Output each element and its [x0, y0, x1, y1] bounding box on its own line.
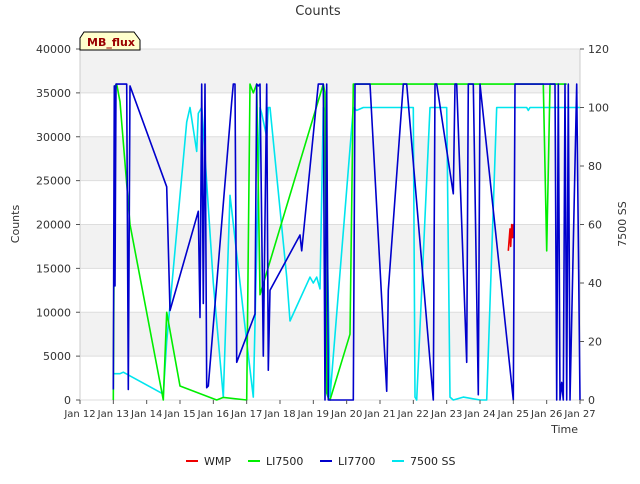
- y2-tick-label: 60: [588, 219, 602, 232]
- x-tick-label: Jan 24: [463, 409, 495, 420]
- y-tick-label: 30000: [36, 131, 71, 144]
- chart-title: Counts: [295, 4, 341, 19]
- chart-svg: 0 5000 10000 15000 20000 25000 30000 35000 40000…: [0, 0, 640, 480]
- x-tick-label: Jan 16: [197, 409, 229, 420]
- y-tick-label: 15000: [36, 262, 71, 275]
- legend-label: LI7700: [338, 455, 375, 468]
- x-tick-label: Jan 23: [430, 409, 462, 420]
- y-tick-label: 40000: [36, 43, 71, 56]
- y-tick-label: 35000: [36, 87, 71, 100]
- y2-tick-label: 20: [588, 336, 602, 349]
- x-tick-label: Jan 20: [330, 409, 362, 420]
- x-tick-label: Jan 14: [130, 409, 162, 420]
- x-tick-label: Jan 27: [563, 409, 595, 420]
- x-tick-label: Jan 18: [263, 409, 295, 420]
- x-tick-label: Jan 19: [297, 409, 329, 420]
- y-tick-label: 5000: [43, 350, 71, 363]
- chart: 0 5000 10000 15000 20000 25000 30000 35000 40000…: [0, 0, 640, 480]
- badge-text: MB_flux: [87, 36, 135, 49]
- y-tick-label: 20000: [36, 219, 71, 232]
- x-tick-label: Jan 15: [163, 409, 195, 420]
- y-tick-label: 25000: [36, 175, 71, 188]
- y-tick-label: 10000: [36, 306, 71, 319]
- legend-label: WMP: [204, 455, 231, 468]
- x-tick-label: Jan 13: [97, 409, 129, 420]
- x-tick-label: Jan 21: [363, 409, 395, 420]
- x-tick-label: Jan 22: [397, 409, 429, 420]
- legend-label: 7500 SS: [410, 455, 455, 468]
- x-axis-label: Time: [550, 423, 578, 436]
- y2-tick-label: 40: [588, 277, 602, 290]
- plot-band: [80, 224, 580, 269]
- plot-band: [80, 136, 580, 181]
- y2-tick-label: 0: [588, 394, 595, 407]
- y2-tick-label: 80: [588, 160, 602, 173]
- y2-tick-label: 100: [588, 102, 609, 115]
- x-tick-label: Jan 12: [63, 409, 95, 420]
- legend-label: LI7500: [266, 455, 303, 468]
- plot-band: [80, 49, 580, 93]
- x-tick-label: Jan 17: [230, 409, 262, 420]
- badge: MB_flux: [79, 31, 141, 51]
- x-tick-label: Jan 25: [497, 409, 529, 420]
- y-tick-label: 0: [64, 394, 71, 407]
- y2-tick-label: 120: [588, 43, 609, 56]
- y-axis-label: Counts: [9, 205, 22, 244]
- y2-axis-label: 7500 SS: [616, 201, 629, 246]
- x-tick-label: Jan 26: [530, 409, 562, 420]
